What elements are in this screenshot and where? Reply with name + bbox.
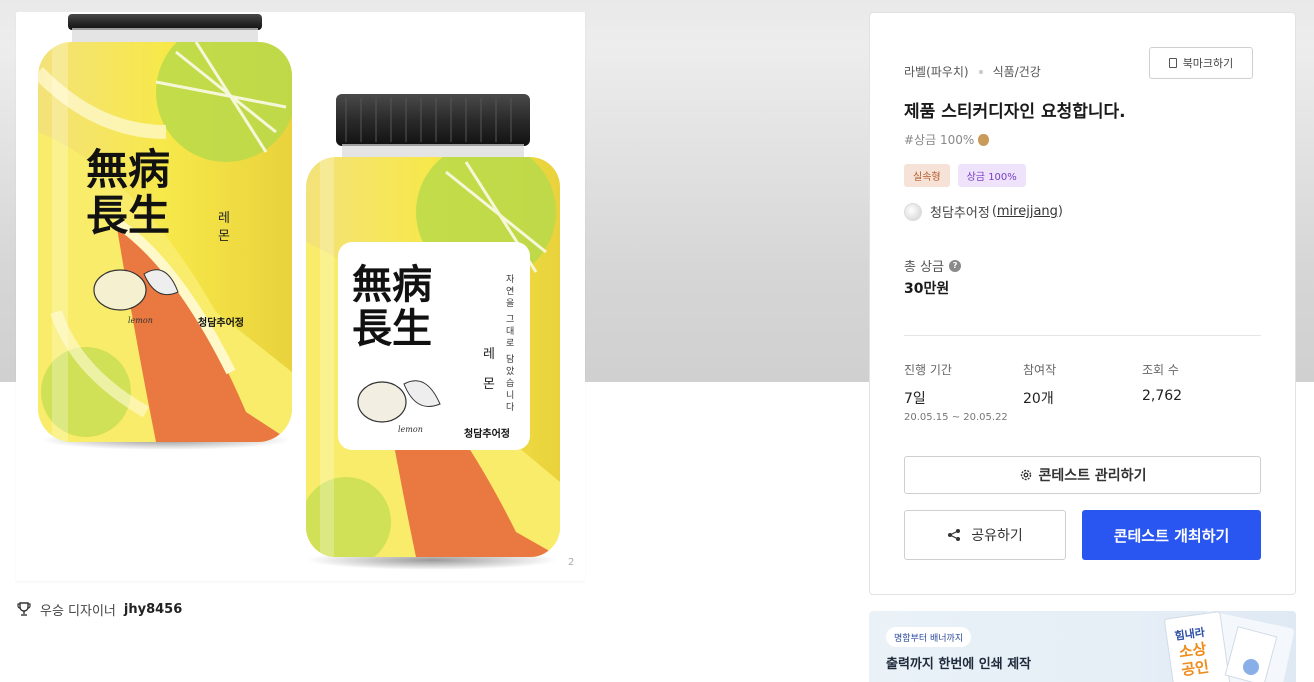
prize-hashtag[interactable]: #상금 100% [904, 131, 990, 148]
stat-views-label: 조회 수 [1142, 363, 1179, 377]
total-prize-value: 30만원 [904, 281, 950, 297]
banner-illustration: 힘내라 소상 공인 [1164, 611, 1294, 682]
host-name: 청담추어정 [930, 206, 990, 221]
stat-views: 조회 수 2,762 [1142, 361, 1182, 404]
jar1-title-line1: 無病 [86, 145, 170, 194]
svg-text:대: 대 [506, 326, 514, 337]
svg-text:연: 연 [506, 286, 514, 297]
svg-text:자: 자 [506, 274, 515, 285]
badge-list: 실속형 상금 100% [904, 164, 1026, 187]
stat-entries-value: 20개 [1023, 391, 1054, 407]
badge-prize: 상금 100% [957, 164, 1026, 187]
svg-text:레: 레 [483, 347, 495, 362]
category-primary[interactable]: 라벨(파우치) [904, 63, 969, 80]
svg-text:다: 다 [506, 402, 515, 413]
badge-practical: 실속형 [904, 164, 950, 187]
svg-text:청담추어정: 청담추어정 [464, 427, 510, 440]
stat-entries-label: 참여작 [1023, 363, 1057, 377]
avatar [904, 202, 922, 221]
stat-views-value: 2,762 [1142, 388, 1183, 404]
svg-text:lemon: lemon [128, 316, 153, 325]
svg-text:몬: 몬 [218, 229, 230, 244]
jar1-title-line2: 長生 [86, 191, 170, 240]
contest-info-card: 라벨(파우치) 식품/건강 북마크하기 제품 스티커디자인 요청합니다. #상금… [869, 12, 1296, 595]
svg-text:청담추어정: 청담추어정 [198, 316, 244, 329]
svg-text:lemon: lemon [398, 425, 423, 434]
bookmark-icon [1168, 58, 1177, 68]
stat-period-dates: 20.05.15 ~ 20.05.22 [904, 412, 1008, 423]
contest-image[interactable]: 無病 長生 레 몬 lemon 청담추어정 無病 長生 레 몬 자 연 을 그 … [16, 12, 585, 581]
share-icon [948, 529, 961, 541]
contest-title: 제품 스티커디자인 요청합니다. [904, 102, 1126, 122]
stat-entries: 참여작 20개 [1023, 361, 1056, 408]
winner-designer: 우승 디자이너 jhy8456 [16, 598, 182, 620]
host-id[interactable]: mirejjang [997, 204, 1058, 219]
stat-period: 진행 기간 7일 20.05.15 ~ 20.05.22 [904, 361, 1008, 423]
total-prize-label-text: 총 상금 [904, 260, 945, 275]
svg-text:니: 니 [506, 390, 514, 401]
svg-text:았: 았 [506, 365, 514, 377]
banner-pill: 명함부터 배너까지 [886, 627, 972, 647]
gear-icon [1020, 469, 1031, 481]
svg-text:그: 그 [506, 315, 514, 325]
stat-period-value: 7일 [904, 391, 926, 407]
share-button[interactable]: 공유하기 [904, 510, 1066, 560]
breadcrumb: 라벨(파우치) 식품/건강 [904, 63, 1041, 80]
image-counter: 2 [568, 557, 574, 568]
prize-hashtag-text: #상금 100% [904, 133, 975, 147]
svg-text:을: 을 [506, 298, 514, 309]
bookmark-label: 북마크하기 [1182, 57, 1234, 70]
svg-text:담: 담 [506, 353, 514, 365]
host-id-wrapper: (mirejjang) [991, 204, 1063, 219]
host-contest-button[interactable]: 콘테스트 개최하기 [1082, 510, 1261, 560]
svg-text:습: 습 [506, 378, 514, 389]
winner-username[interactable]: jhy8456 [124, 602, 182, 617]
banner-text: 출력까지 한번에 인쇄 제작 [886, 657, 1032, 672]
divider [904, 335, 1261, 336]
manage-contest-button[interactable]: 콘테스트 관리하기 [904, 456, 1261, 494]
jar2-title-line2: 長生 [352, 305, 432, 352]
trophy-icon [17, 602, 31, 616]
svg-text:공인: 공인 [1180, 658, 1210, 680]
stat-period-label: 진행 기간 [904, 363, 952, 377]
total-prize-label: 총 상금 ? [904, 256, 962, 275]
svg-text:레: 레 [218, 211, 230, 226]
jar2-title-line1: 無病 [352, 261, 432, 308]
category-secondary[interactable]: 식품/건강 [993, 63, 1041, 80]
money-bag-icon [978, 133, 990, 146]
bookmark-button[interactable]: 북마크하기 [1149, 47, 1253, 79]
manage-contest-label: 콘테스트 관리하기 [1038, 468, 1147, 484]
winner-label: 우승 디자이너 [40, 603, 116, 619]
separator-dot [978, 69, 983, 74]
svg-text:로: 로 [506, 339, 514, 349]
print-banner-ad[interactable]: 명함부터 배너까지 출력까지 한번에 인쇄 제작 힘내라 소상 공인 [869, 611, 1296, 682]
svg-text:몬: 몬 [483, 377, 495, 392]
share-label: 공유하기 [971, 528, 1023, 544]
help-icon[interactable]: ? [949, 259, 962, 272]
host-info[interactable]: 청담추어정 (mirejjang) [904, 202, 1063, 221]
lemon-jar-illustration: 無病 長生 레 몬 lemon 청담추어정 無病 長生 레 몬 자연을 그대로 … [38, 14, 574, 570]
